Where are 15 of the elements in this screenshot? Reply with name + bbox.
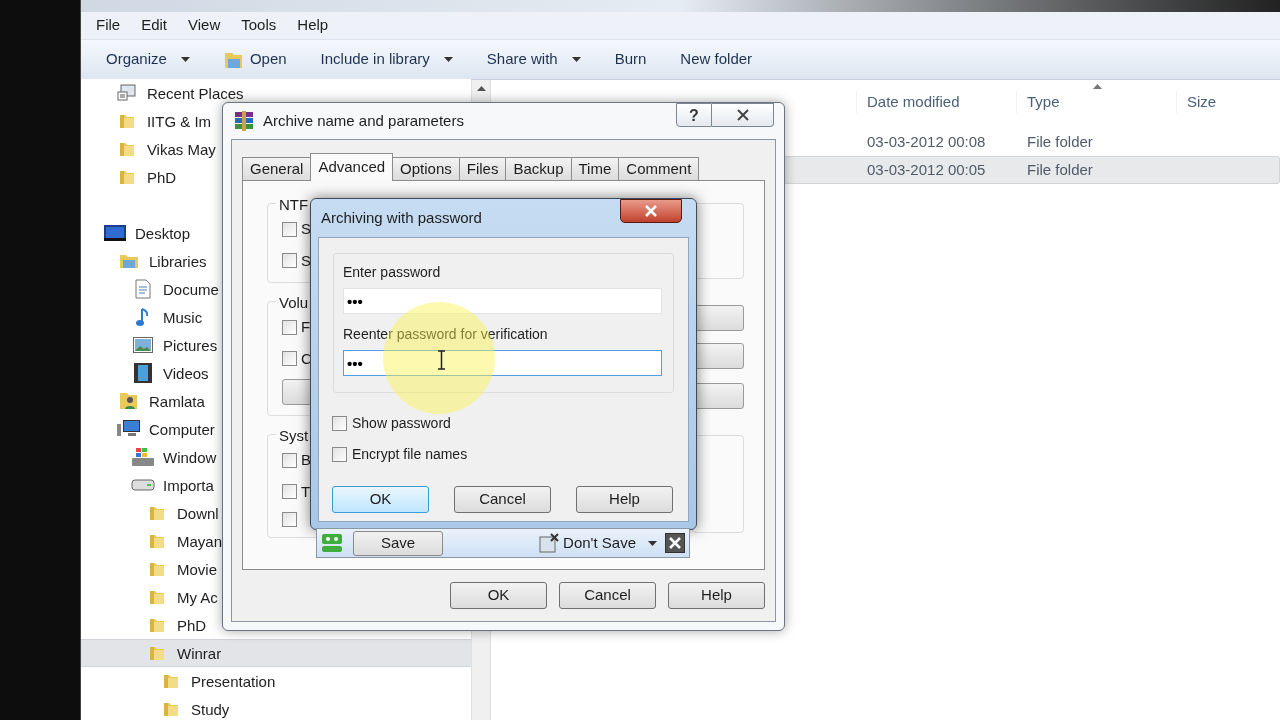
table-cell-text: 03-03-2012 00:05: [866, 159, 987, 180]
checkbox-label: F: [301, 317, 311, 337]
table-cell-text: File folder: [1026, 131, 1094, 152]
field-label: Enter password: [343, 263, 442, 282]
table-cell-text: 03-03-2012 00:08: [866, 131, 987, 152]
checkbox-label: S: [301, 219, 311, 239]
checkbox-label: Show password: [352, 414, 451, 433]
field-label: Reenter password for verification: [343, 325, 549, 344]
checkbox-label: S: [301, 250, 311, 271]
table-cell-text: File folder: [1026, 159, 1094, 180]
checkbox-label: B: [301, 450, 311, 470]
checkbox-label: Encrypt file names: [352, 445, 468, 464]
checkbox-label: T: [301, 481, 311, 502]
dialog-title: Archive name and parameters: [263, 110, 464, 131]
dialog-title: Archiving with password: [321, 207, 482, 228]
